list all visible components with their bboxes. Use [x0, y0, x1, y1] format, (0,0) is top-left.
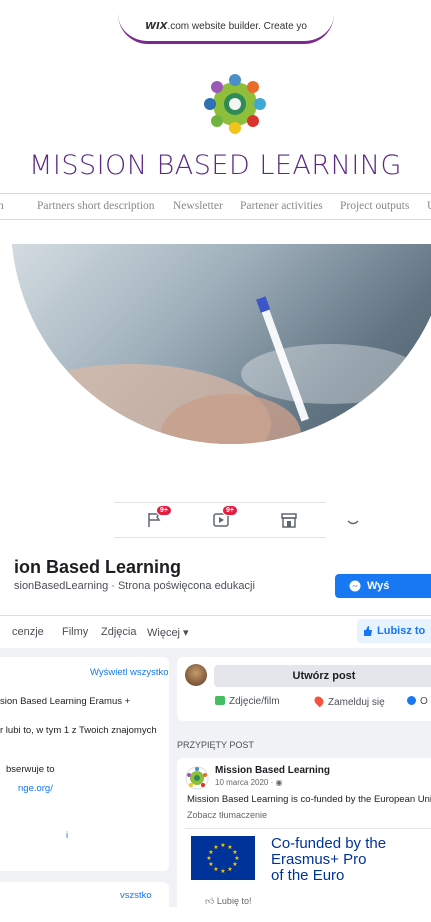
tab-videos[interactable]: Filmy	[62, 626, 88, 638]
post-author[interactable]: Mission Based Learning	[215, 765, 330, 776]
wix-brand: WIX	[145, 21, 168, 32]
svg-text:★: ★	[213, 844, 218, 851]
nav-item-newsletter[interactable]: Newsletter	[173, 200, 223, 212]
post-like-button[interactable]: 👍︎ Lubię to!	[205, 896, 251, 907]
flag-icon[interactable]: 9+	[146, 505, 172, 529]
about-line-likes: r lubi to, w tym 1 z Twoich znajomych	[0, 725, 157, 736]
more-icon[interactable]	[344, 511, 362, 529]
photo-video-button[interactable]: Zdjęcie/film	[215, 696, 280, 707]
person-icon	[407, 696, 416, 705]
post-text: Mission Based Learning is co-funded by t…	[187, 794, 431, 805]
fb-page-subtitle: sionBasedLearning · Strona poświęcona ed…	[14, 580, 255, 592]
page-avatar-icon[interactable]	[185, 766, 209, 790]
notification-badge: 9+	[222, 505, 238, 516]
nav-item-partners[interactable]: Partners short description	[37, 200, 155, 212]
pinned-post-label: PRZYPIĘTY POST	[177, 740, 254, 750]
fb-icon-strip: 9+ 9+	[114, 502, 359, 538]
about-line-partial[interactable]: i	[66, 830, 68, 841]
eu-caption: Co-funded by the Erasmus+ Pro of the Eur…	[271, 836, 386, 884]
svg-text:★: ★	[220, 842, 225, 849]
about-card: Wyświetl wszystko sion Based Learning Er…	[0, 657, 169, 871]
about-line-title: sion Based Learning Eramus +	[0, 696, 131, 707]
message-button-label: Wyś	[367, 580, 390, 592]
post-like-label: Lubię to!	[216, 896, 252, 906]
pen-hand-illustration	[11, 296, 421, 444]
marketplace-icon[interactable]	[280, 511, 298, 529]
photo-icon	[215, 696, 225, 705]
see-translation-link[interactable]: Zobacz tłumaczenie	[187, 810, 267, 820]
tab-reviews[interactable]: cenzje	[12, 626, 44, 638]
tab-photos[interactable]: Zdjęcia	[101, 626, 136, 638]
about-line-follows: bserwuje to	[6, 764, 55, 775]
pinned-post: Mission Based Learning 10 marca 2020 · ◉…	[177, 758, 431, 918]
eu-caption-line2: Erasmus+ Pro	[271, 851, 367, 868]
photo-video-label: Zdjęcie/film	[229, 696, 280, 707]
svg-text:★: ★	[232, 861, 237, 868]
nav-item-project-outputs[interactable]: Project outputs	[340, 200, 409, 212]
site-nav: n Partners short description Newsletter …	[0, 193, 431, 220]
post-date-text: 10 marca 2020 ·	[215, 778, 276, 787]
site-title: MISSION BASED LEARNING	[29, 150, 402, 181]
post-date[interactable]: 10 marca 2020 · ◉	[215, 778, 282, 787]
svg-text:★: ★	[213, 866, 218, 873]
svg-text:★: ★	[227, 866, 232, 873]
svg-text:★: ★	[206, 855, 211, 862]
thumbs-up-icon	[364, 626, 372, 636]
avatar[interactable]	[185, 664, 207, 686]
thumbs-up-icon: 👍︎	[205, 896, 215, 906]
tag-people-button[interactable]: O	[407, 696, 428, 707]
wix-banner-text: .com website builder. Create yo	[167, 21, 307, 32]
svg-text:★: ★	[220, 868, 225, 875]
message-button[interactable]: Wyś	[335, 574, 431, 598]
tab-more[interactable]: Więcej ▾	[147, 626, 189, 639]
about-website-link[interactable]: nge.org/	[18, 783, 53, 794]
photos-card: vszstko	[0, 882, 169, 922]
location-pin-icon	[312, 694, 326, 708]
eu-caption-line1: Co-funded by the	[271, 835, 387, 852]
eu-caption-line3: of the Euro	[271, 867, 345, 884]
wix-banner[interactable]: WIX.com website builder. Create yo	[118, 14, 334, 44]
hero-image	[11, 244, 431, 444]
nav-item-partial[interactable]: n	[0, 200, 4, 212]
divider	[185, 828, 431, 829]
create-post-card: Utwórz post Zdjęcie/film Zamelduj się O	[177, 657, 431, 721]
show-all-link[interactable]: Wyświetl wszystko	[90, 667, 169, 678]
globe-icon: ◉	[275, 778, 283, 787]
notification-badge: 9+	[156, 505, 172, 516]
svg-text:★: ★	[208, 861, 213, 868]
create-post-button[interactable]: Utwórz post	[214, 665, 431, 687]
site-logo[interactable]	[203, 72, 267, 134]
video-icon[interactable]: 9+	[212, 505, 238, 529]
eu-flag: ★ ★ ★ ★ ★ ★ ★ ★ ★ ★ ★ ★	[191, 836, 255, 880]
nav-item-overflow[interactable]: U	[427, 200, 431, 212]
like-page-button[interactable]: Lubisz to	[357, 619, 431, 643]
check-in-button[interactable]: Zamelduj się	[312, 694, 385, 708]
show-all-link-2[interactable]: vszstko	[120, 890, 152, 901]
fb-page-name[interactable]: ion Based Learning	[14, 557, 181, 578]
nav-item-partner-activities[interactable]: Partener activities	[240, 200, 323, 212]
eu-stars-icon: ★ ★★★★★ ★★★★★★	[206, 842, 239, 875]
check-in-label: Zamelduj się	[328, 697, 385, 708]
tag-people-label: O	[420, 696, 428, 707]
messenger-icon	[349, 580, 361, 592]
like-page-label: Lubisz to	[377, 625, 426, 637]
